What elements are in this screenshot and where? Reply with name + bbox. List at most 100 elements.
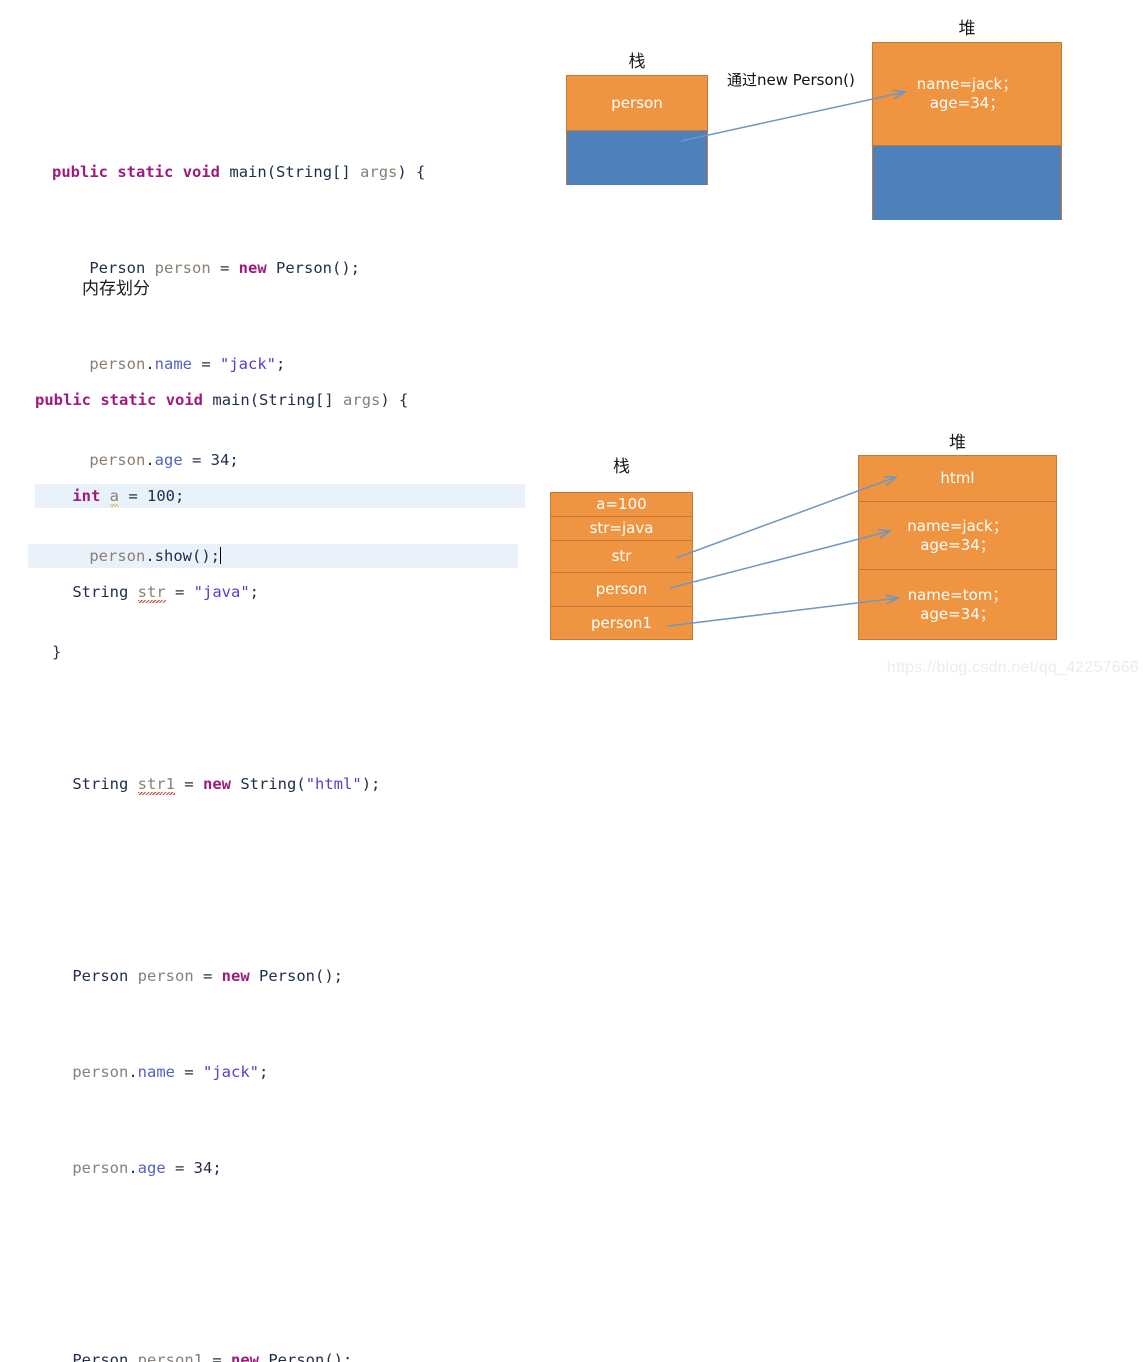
type-person: Person [268, 1351, 325, 1362]
code-line-highlighted[interactable]: int a = 100; [35, 484, 525, 508]
punct: = [175, 775, 203, 793]
punct: ) { [380, 391, 409, 409]
top-heap-box: name=jack； age=34； [872, 42, 1062, 220]
code-line[interactable]: public static void main(String[] args) { [52, 160, 518, 184]
code-line-blank [35, 868, 525, 892]
top-heap-cell-empty [873, 146, 1061, 220]
type-person: Person [72, 967, 129, 985]
string-java: "java" [193, 583, 250, 601]
top-stack-label: 栈 [628, 52, 646, 72]
punct: (); [324, 1351, 353, 1362]
type-person: Person [72, 1351, 129, 1362]
field-name: name [137, 1063, 175, 1081]
code-line[interactable]: person.name = "jack"; [35, 1060, 525, 1084]
var-person: person [72, 1159, 129, 1177]
type-string: String [259, 391, 316, 409]
punct: . [128, 1063, 138, 1081]
code-line[interactable]: person.age = 34; [35, 1156, 525, 1180]
top-heap-cell-person-object-label: name=jack； age=34； [916, 75, 1018, 112]
keyword-new: new [203, 775, 231, 793]
type-string: String [72, 775, 129, 793]
keyword-static: static [100, 391, 157, 409]
type-string: String [240, 775, 297, 793]
code-line[interactable]: public static void main(String[] args) { [35, 388, 525, 412]
code-line[interactable]: Person person1 = new Person(); [35, 1348, 525, 1362]
keyword-public: public [52, 163, 108, 181]
bottom-heap-label: 堆 [949, 433, 966, 453]
code-line-blank [35, 1252, 525, 1276]
type-person: Person [276, 259, 333, 277]
var-person: person [72, 1063, 129, 1081]
bottom-stack-cell-a-label: a=100 [596, 495, 647, 514]
blank [35, 871, 44, 889]
arrow-person-to-jack [669, 531, 890, 589]
top-heap-label: 堆 [958, 19, 976, 39]
punct: ; [249, 583, 260, 601]
punct: [] [315, 391, 344, 409]
type-string: String [72, 583, 129, 601]
section-heading: 内存划分 [82, 279, 150, 299]
code-block-bottom[interactable]: public static void main(String[] args) {… [35, 316, 525, 1362]
top-heap-cell-person-object: name=jack； age=34； [873, 43, 1061, 146]
param-args: args [360, 163, 398, 181]
punct: ( [296, 775, 306, 793]
number-34: 34 [193, 1159, 213, 1177]
var-str1: str1 [137, 775, 175, 793]
bottom-stack-cell-person1: person1 [551, 607, 692, 639]
watermark: https://blog.csdn.net/qq_42257666 [886, 659, 1139, 676]
punct: [] [332, 163, 361, 181]
punct: = [119, 487, 148, 505]
type-person: Person [259, 967, 316, 985]
bottom-stack-box: a=100 str=java str person person1 [550, 492, 693, 640]
bottom-stack-label: 栈 [613, 457, 630, 477]
method-main: main [229, 163, 267, 181]
var-person: person [154, 259, 211, 277]
bottom-heap-cell-html: html [859, 456, 1056, 502]
bottom-heap-cell-tom-label: name=tom； age=34； [907, 585, 1008, 623]
punct: = [165, 1159, 194, 1177]
bottom-stack-cell-person: person [551, 573, 692, 607]
punct: = [165, 583, 194, 601]
keyword-static: static [117, 163, 174, 181]
bottom-stack-cell-str-java: str=java [551, 517, 692, 541]
var-person1: person1 [138, 1351, 203, 1362]
punct: ; [259, 1063, 269, 1081]
punct: = [210, 259, 239, 277]
bottom-stack-cell-person-label: person [595, 580, 648, 599]
number-100: 100 [147, 487, 176, 505]
top-arrow-label: 通过new Person() [727, 71, 855, 89]
keyword-new: new [221, 967, 250, 985]
bottom-heap-cell-tom: name=tom； age=34； [859, 570, 1056, 639]
string-html: "html" [305, 775, 362, 793]
top-stack-box: person [566, 75, 708, 185]
code-line[interactable]: Person person = new Person(); [35, 964, 525, 988]
code-line[interactable]: String str = "java"; [35, 580, 525, 604]
keyword-public: public [35, 391, 91, 409]
bottom-stack-cell-a: a=100 [551, 493, 692, 517]
code-line-blank [35, 676, 525, 700]
punct: = [203, 1351, 231, 1362]
bottom-stack-cell-person1-label: person1 [591, 613, 652, 632]
punct: = [193, 967, 222, 985]
param-args: args [343, 391, 381, 409]
string-jack: "jack" [203, 1063, 259, 1081]
blank [35, 679, 44, 697]
code-line[interactable]: String str1 = new String("html"); [35, 772, 525, 796]
punct: (); [332, 259, 361, 277]
keyword-new: new [238, 259, 267, 277]
punct: ( [249, 391, 260, 409]
bottom-stack-cell-str-label: str [611, 547, 632, 566]
